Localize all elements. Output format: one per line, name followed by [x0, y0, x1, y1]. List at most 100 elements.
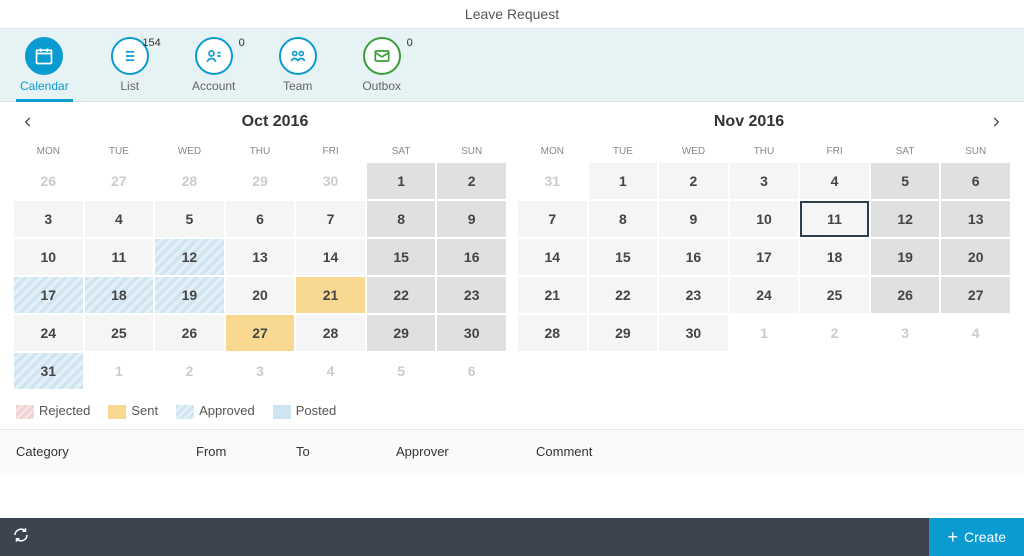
calendar-day[interactable]: 1 — [730, 315, 799, 351]
calendar-day[interactable]: 15 — [589, 239, 658, 275]
calendar-day[interactable]: 2 — [437, 163, 506, 199]
calendar-day[interactable]: 4 — [85, 201, 154, 237]
calendar-day[interactable]: 25 — [85, 315, 154, 351]
calendar-day[interactable]: 26 — [14, 163, 83, 199]
list-badge: 154 — [142, 37, 160, 49]
calendar-day[interactable]: 28 — [518, 315, 587, 351]
calendar-day[interactable]: 31 — [518, 163, 587, 199]
calendar-day[interactable]: 19 — [871, 239, 940, 275]
calendar-day[interactable]: 11 — [85, 239, 154, 275]
calendar-day[interactable]: 29 — [367, 315, 436, 351]
legend-approved: Approved — [199, 403, 255, 418]
calendar-day[interactable]: 15 — [367, 239, 436, 275]
plus-icon: + — [947, 527, 958, 548]
calendar-day[interactable]: 24 — [730, 277, 799, 313]
calendar-day[interactable]: 2 — [659, 163, 728, 199]
calendar-day[interactable]: 6 — [437, 353, 506, 389]
calendar-day[interactable]: 30 — [659, 315, 728, 351]
calendar-day[interactable]: 7 — [296, 201, 365, 237]
calendar-day[interactable]: 30 — [437, 315, 506, 351]
calendar-day[interactable]: 20 — [226, 277, 295, 313]
calendar-day[interactable]: 4 — [296, 353, 365, 389]
calendar-day[interactable]: 27 — [85, 163, 154, 199]
calendar-day[interactable]: 9 — [659, 201, 728, 237]
calendar-day[interactable]: 3 — [14, 201, 83, 237]
calendar-day[interactable]: 2 — [155, 353, 224, 389]
calendar-day[interactable]: 26 — [871, 277, 940, 313]
calendar-day[interactable]: 13 — [226, 239, 295, 275]
calendar-day[interactable]: 24 — [14, 315, 83, 351]
calendar-day[interactable]: 19 — [155, 277, 224, 313]
calendar-day[interactable]: 16 — [437, 239, 506, 275]
tab-outbox[interactable]: 0 Outbox — [349, 33, 415, 101]
calendar-day[interactable]: 5 — [871, 163, 940, 199]
calendar-day[interactable]: 20 — [941, 239, 1010, 275]
tab-bar: Calendar 154 List 0 Account Team 0 Outbo… — [0, 28, 1024, 102]
calendar-day[interactable]: 31 — [14, 353, 83, 389]
tab-account[interactable]: 0 Account — [181, 33, 247, 101]
calendar-day[interactable]: 8 — [589, 201, 658, 237]
calendar-day[interactable]: 28 — [296, 315, 365, 351]
calendar-day[interactable]: 18 — [800, 239, 869, 275]
calendar-day[interactable]: 9 — [437, 201, 506, 237]
month-title-right: Nov 2016 — [512, 113, 986, 131]
calendar-day[interactable]: 18 — [85, 277, 154, 313]
calendar-day[interactable]: 3 — [226, 353, 295, 389]
calendar-day[interactable]: 30 — [296, 163, 365, 199]
calendar-day[interactable]: 3 — [730, 163, 799, 199]
prev-month-button[interactable] — [18, 112, 38, 132]
tab-list[interactable]: 154 List — [97, 33, 163, 101]
tab-calendar[interactable]: Calendar — [10, 33, 79, 101]
calendar-day[interactable]: 22 — [367, 277, 436, 313]
outbox-icon: 0 — [363, 37, 401, 75]
calendar-day[interactable]: 17 — [730, 239, 799, 275]
calendar-day[interactable]: 29 — [589, 315, 658, 351]
calendar-day[interactable]: 23 — [659, 277, 728, 313]
calendar-day[interactable]: 11 — [800, 201, 869, 237]
calendar-day[interactable]: 23 — [437, 277, 506, 313]
calendar-day[interactable]: 10 — [14, 239, 83, 275]
calendar-day[interactable]: 1 — [85, 353, 154, 389]
calendar-day[interactable]: 26 — [155, 315, 224, 351]
account-icon: 0 — [195, 37, 233, 75]
calendar-day[interactable]: 12 — [155, 239, 224, 275]
calendar-day[interactable]: 6 — [226, 201, 295, 237]
calendar-day[interactable]: 2 — [800, 315, 869, 351]
calendar-day[interactable]: 28 — [155, 163, 224, 199]
calendar-day[interactable]: 12 — [871, 201, 940, 237]
calendar-day[interactable]: 5 — [155, 201, 224, 237]
calendar-right: MONTUEWEDTHUFRISATSUN 311234567891011121… — [518, 138, 1010, 389]
calendar-day[interactable]: 1 — [367, 163, 436, 199]
dow-header: THU — [226, 138, 295, 163]
tab-team[interactable]: Team — [265, 33, 331, 101]
calendar-day[interactable]: 8 — [367, 201, 436, 237]
calendar-day[interactable]: 10 — [730, 201, 799, 237]
calendar-day[interactable]: 16 — [659, 239, 728, 275]
calendar-day[interactable]: 27 — [226, 315, 295, 351]
calendar-day[interactable]: 4 — [800, 163, 869, 199]
calendar-day[interactable]: 25 — [800, 277, 869, 313]
create-button[interactable]: + Create — [929, 518, 1024, 556]
calendar-day[interactable]: 13 — [941, 201, 1010, 237]
dow-header: THU — [730, 138, 799, 163]
calendar-day[interactable]: 27 — [941, 277, 1010, 313]
next-month-button[interactable] — [986, 112, 1006, 132]
calendar-day[interactable]: 5 — [367, 353, 436, 389]
calendar-day[interactable]: 21 — [518, 277, 587, 313]
col-from: From — [196, 444, 296, 459]
calendar-day[interactable]: 1 — [589, 163, 658, 199]
calendar-day[interactable]: 6 — [941, 163, 1010, 199]
calendar-day[interactable]: 4 — [941, 315, 1010, 351]
posted-swatch — [273, 405, 291, 419]
refresh-button[interactable] — [12, 526, 30, 549]
calendar-day[interactable]: 22 — [589, 277, 658, 313]
calendar-day[interactable]: 3 — [871, 315, 940, 351]
calendar-day[interactable]: 7 — [518, 201, 587, 237]
dow-header: MON — [14, 138, 83, 163]
calendar-day[interactable]: 17 — [14, 277, 83, 313]
calendar-day[interactable]: 21 — [296, 277, 365, 313]
calendar-day[interactable]: 14 — [296, 239, 365, 275]
calendar-day[interactable]: 29 — [226, 163, 295, 199]
calendar-day[interactable]: 14 — [518, 239, 587, 275]
legend: Rejected Sent Approved Posted — [0, 397, 1024, 429]
